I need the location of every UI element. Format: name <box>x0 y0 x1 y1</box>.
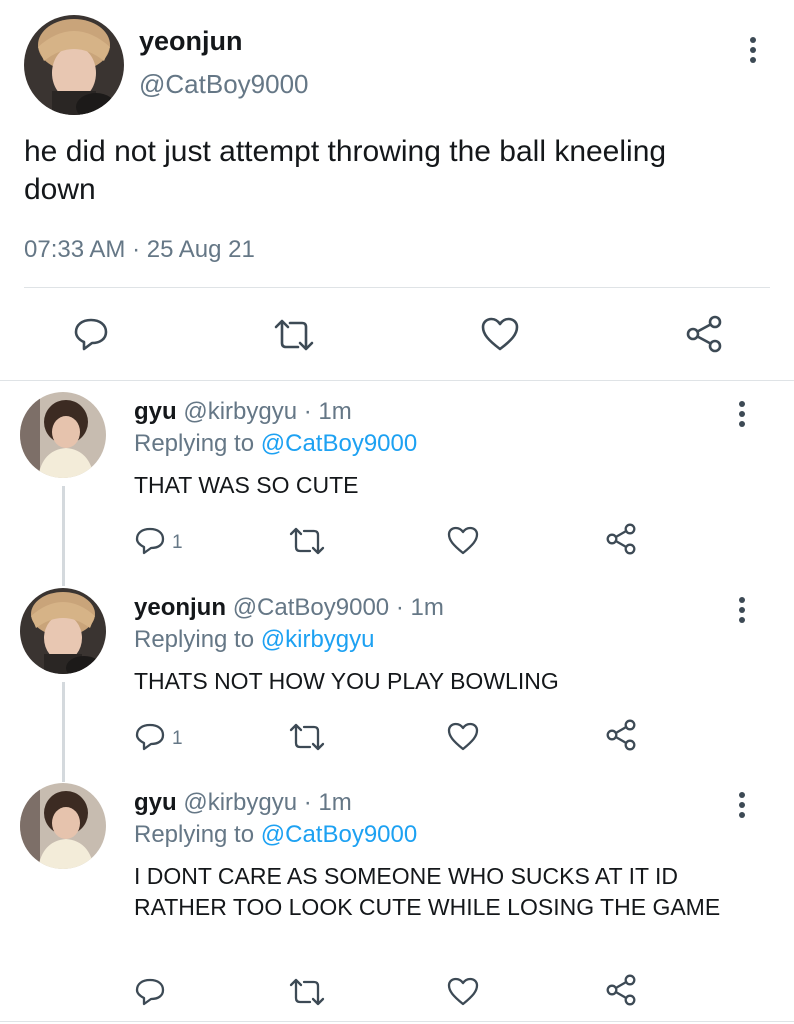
more-options-icon[interactable] <box>737 597 747 627</box>
reply-author-name[interactable]: gyu <box>134 398 177 425</box>
reply-time: 1m <box>318 789 352 816</box>
like-icon[interactable] <box>446 976 480 1006</box>
replying-to-label: Replying to <box>134 821 255 848</box>
reply-text: THAT WAS SO CUTE <box>134 472 359 498</box>
divider <box>0 380 794 381</box>
avatar[interactable] <box>20 588 106 674</box>
divider <box>24 287 770 288</box>
reply-header: yeonjun @CatBoy9000 · 1m <box>134 594 444 622</box>
reply-icon[interactable] <box>134 525 166 557</box>
replying-to-mention[interactable]: @CatBoy9000 <box>261 430 417 457</box>
author-handle[interactable]: @CatBoy9000 <box>139 69 309 100</box>
replying-to: Replying to @CatBoy9000 <box>134 821 417 849</box>
reply-header: gyu @kirbygyu · 1m <box>134 398 352 426</box>
reply-time: 1m <box>318 398 352 425</box>
reply-author-name[interactable]: gyu <box>134 789 177 816</box>
more-options-icon[interactable] <box>748 37 758 67</box>
share-icon[interactable] <box>684 314 724 354</box>
share-icon[interactable] <box>604 718 638 752</box>
reply-author-handle[interactable]: @kirbygyu <box>183 398 297 425</box>
avatar[interactable] <box>20 783 106 869</box>
author-name[interactable]: yeonjun <box>139 26 243 57</box>
reply-icon[interactable] <box>134 976 166 1008</box>
reply-text: I DONT CARE AS SOMEONE WHO SUCKS AT IT I… <box>134 863 721 920</box>
like-icon[interactable] <box>480 316 520 352</box>
more-options-icon[interactable] <box>737 792 747 822</box>
replying-to: Replying to @CatBoy9000 <box>134 430 417 458</box>
replying-to-mention[interactable]: @CatBoy9000 <box>261 821 417 848</box>
tweet-timestamp: 07:33 AM · 25 Aug 21 <box>24 236 255 263</box>
retweet-icon[interactable] <box>288 722 326 752</box>
separator: · <box>395 594 404 621</box>
reply-time: 1m <box>410 594 444 621</box>
reply-count: 1 <box>172 532 183 553</box>
reply-count: 1 <box>172 728 183 749</box>
like-icon[interactable] <box>446 525 480 555</box>
reply-icon[interactable] <box>134 721 166 753</box>
tweet-text: he did not just attempt throwing the bal… <box>24 135 667 206</box>
reply-icon[interactable] <box>72 315 110 353</box>
reply-text: THATS NOT HOW YOU PLAY BOWLING <box>134 668 559 694</box>
reply-author-name[interactable]: yeonjun <box>134 594 226 621</box>
avatar[interactable] <box>20 392 106 478</box>
thread-line <box>62 486 65 586</box>
separator: · <box>303 398 312 425</box>
main-tweet: yeonjun @CatBoy9000 he did not just atte… <box>0 0 794 380</box>
share-icon[interactable] <box>604 522 638 556</box>
reply-author-handle[interactable]: @kirbygyu <box>183 789 297 816</box>
divider <box>0 1021 794 1022</box>
reply-header: gyu @kirbygyu · 1m <box>134 789 352 817</box>
retweet-icon[interactable] <box>272 317 316 353</box>
replying-to-mention[interactable]: @kirbygyu <box>261 626 375 653</box>
replying-to-label: Replying to <box>134 430 255 457</box>
retweet-icon[interactable] <box>288 526 326 556</box>
like-icon[interactable] <box>446 721 480 751</box>
more-options-icon[interactable] <box>737 401 747 431</box>
retweet-icon[interactable] <box>288 977 326 1007</box>
reply-author-handle[interactable]: @CatBoy9000 <box>233 594 389 621</box>
replying-to-label: Replying to <box>134 626 255 653</box>
replying-to: Replying to @kirbygyu <box>134 626 374 654</box>
avatar[interactable] <box>24 15 124 115</box>
separator: · <box>303 789 312 816</box>
thread-line <box>62 682 65 782</box>
share-icon[interactable] <box>604 973 638 1007</box>
